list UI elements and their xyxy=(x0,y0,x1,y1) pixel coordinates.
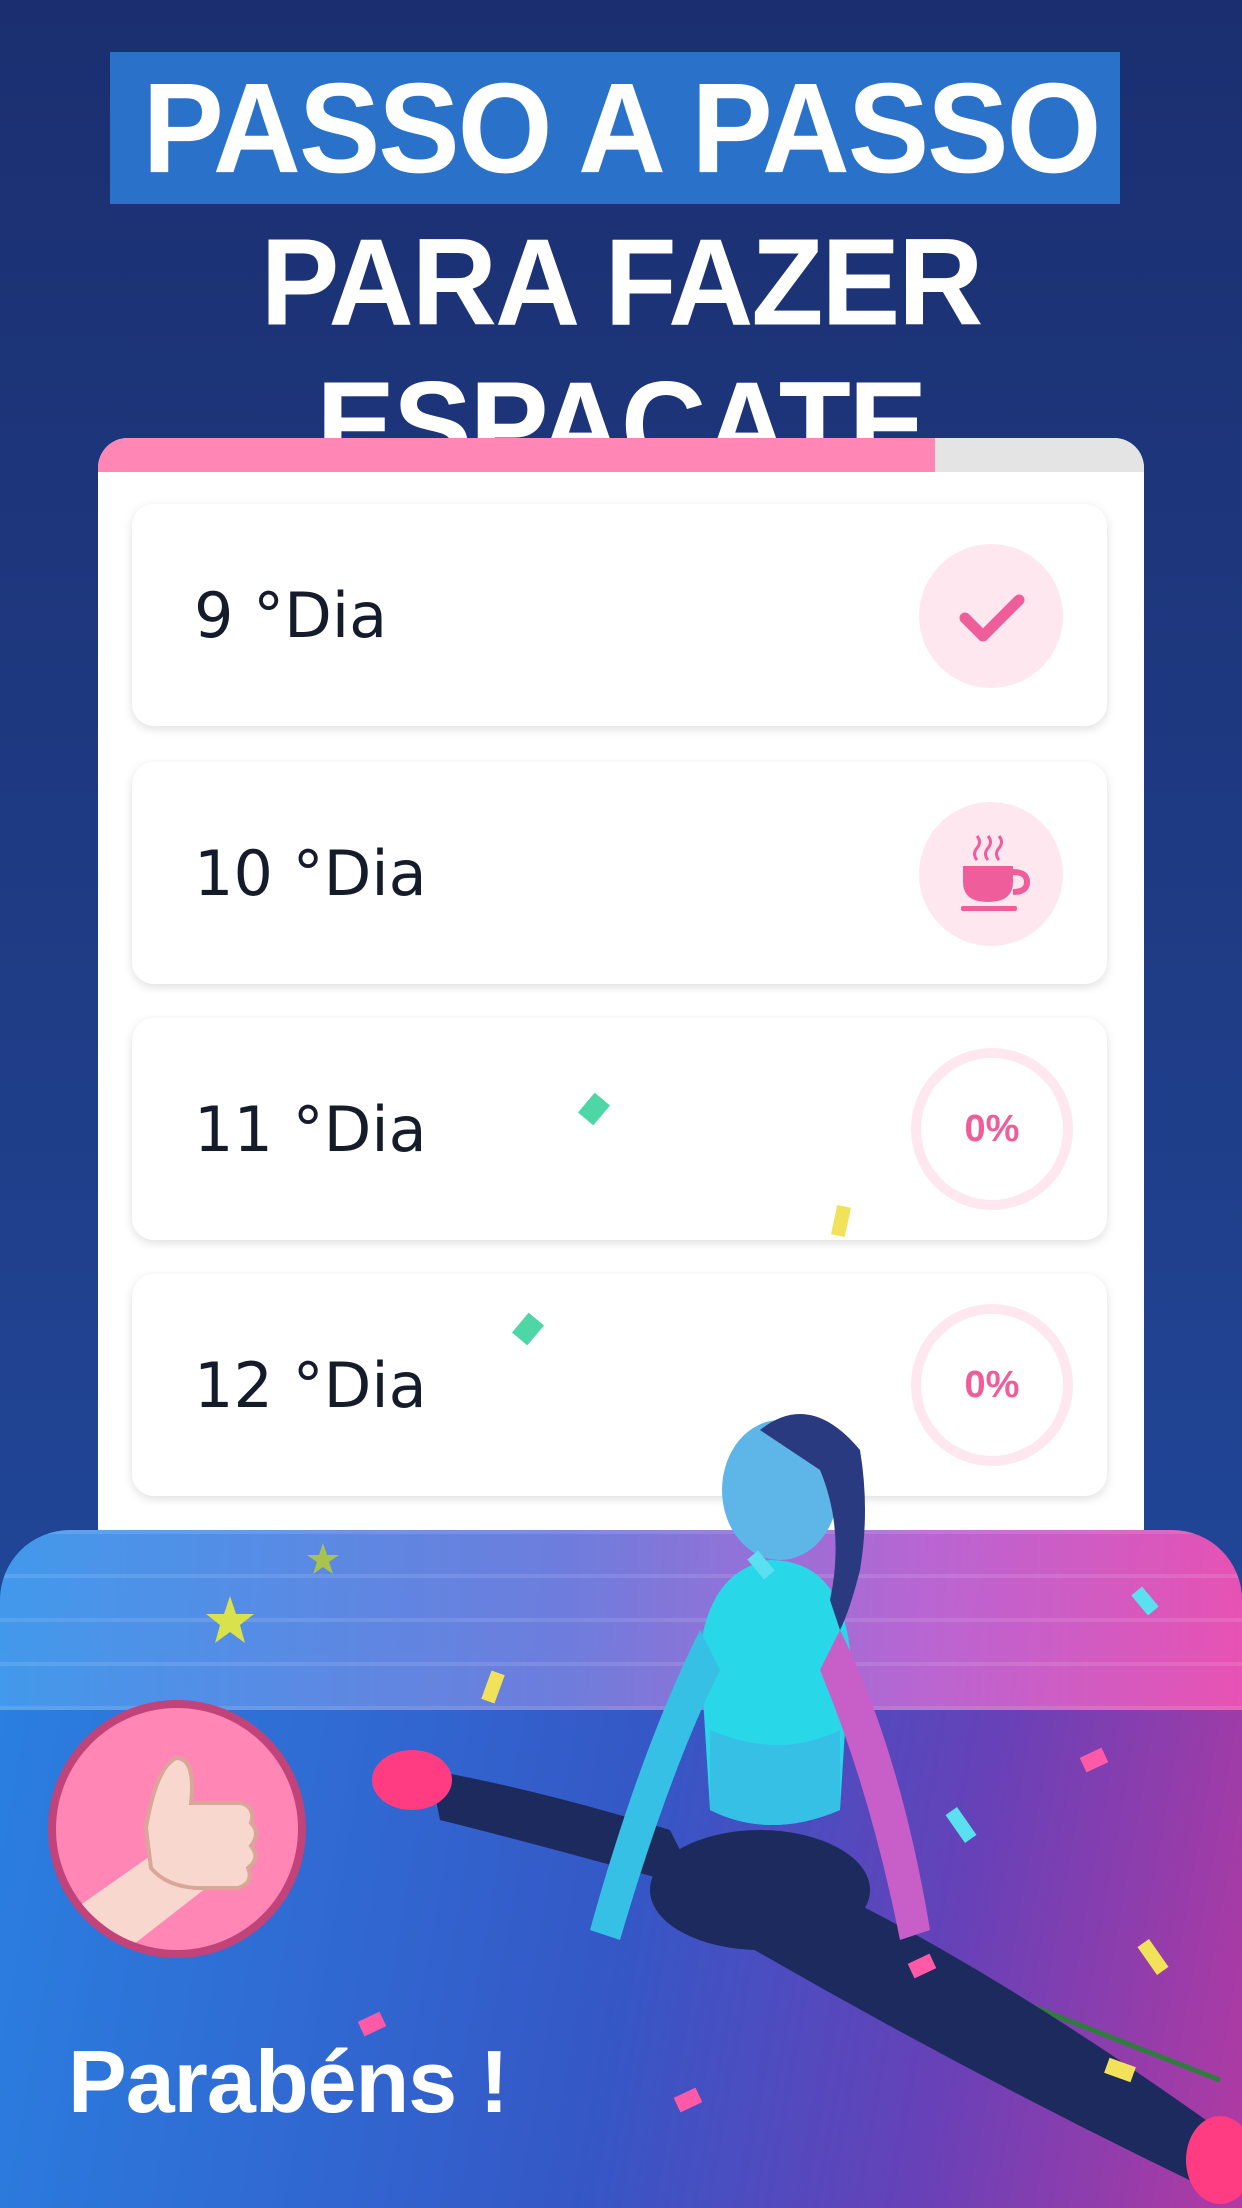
day-label: 11 °Dia xyxy=(194,1093,427,1166)
thumbs-up-icon xyxy=(76,1755,258,1950)
headline-line-1: PASSO A PASSO xyxy=(142,56,1102,200)
progress-ring: 0% xyxy=(911,1048,1073,1210)
star-icon xyxy=(206,1596,254,1643)
day-label: 10 °Dia xyxy=(194,837,427,910)
day-row-11[interactable]: 11 °Dia 0% xyxy=(132,1018,1107,1240)
day-label: 9 °Dia xyxy=(194,579,388,652)
thumbs-up-badge xyxy=(48,1700,306,1958)
star-icon xyxy=(307,1543,339,1574)
congratulations-text: Parabéns ! xyxy=(68,2032,509,2131)
check-icon xyxy=(959,594,1025,642)
completed-status xyxy=(919,544,1063,688)
progress-fill xyxy=(98,438,935,472)
progress-percent: 0% xyxy=(964,1107,1020,1150)
day-row-10[interactable]: 10 °Dia xyxy=(132,762,1107,984)
rest-day-status xyxy=(919,802,1063,946)
coffee-cup-icon xyxy=(961,835,1031,911)
day-row-9[interactable]: 9 °Dia xyxy=(132,504,1107,726)
progress-bar xyxy=(98,438,1144,472)
